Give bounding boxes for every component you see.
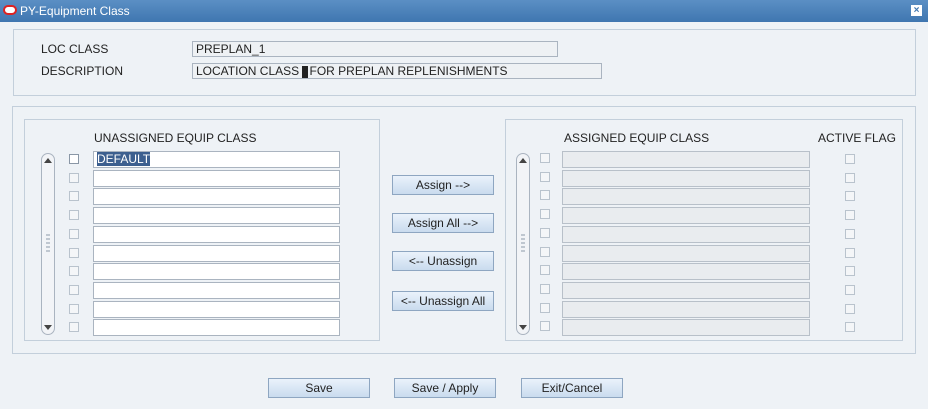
- unassign-button[interactable]: <-- Unassign: [392, 251, 494, 271]
- assign-button[interactable]: Assign -->: [392, 175, 494, 195]
- active-flag-checkbox[interactable]: [845, 229, 855, 239]
- description-field[interactable]: LOCATION CLASS FOR PREPLAN REPLENISHMENT…: [192, 63, 602, 79]
- unassigned-row-checkbox[interactable]: [69, 154, 79, 164]
- assigned-scrollbar[interactable]: [516, 153, 530, 335]
- unassigned-heading: UNASSIGNED EQUIP CLASS: [94, 131, 257, 145]
- window-title: PY-Equipment Class: [20, 4, 130, 18]
- assigned-row-checkbox[interactable]: [540, 247, 550, 257]
- unassigned-row-field[interactable]: [93, 188, 340, 205]
- unassigned-row-checkbox[interactable]: [69, 285, 79, 295]
- scroll-down-icon[interactable]: [519, 325, 527, 330]
- assigned-row-checkbox[interactable]: [540, 265, 550, 275]
- assigned-row-checkbox[interactable]: [540, 321, 550, 331]
- scroll-grip-icon[interactable]: [521, 234, 525, 254]
- save-apply-button[interactable]: Save / Apply: [394, 378, 496, 398]
- assign-all-button[interactable]: Assign All -->: [392, 213, 494, 233]
- assigned-row-checkbox[interactable]: [540, 172, 550, 182]
- text-cursor: [302, 65, 309, 78]
- active-flag-checkbox[interactable]: [845, 173, 855, 183]
- unassign-all-button[interactable]: <-- Unassign All: [392, 291, 494, 311]
- unassigned-row-checkbox[interactable]: [69, 304, 79, 314]
- assigned-row-field[interactable]: [562, 263, 810, 280]
- unassigned-row-checkbox[interactable]: [69, 191, 79, 201]
- assigned-row-checkbox[interactable]: [540, 190, 550, 200]
- scroll-grip-icon[interactable]: [46, 234, 50, 254]
- assigned-row-field[interactable]: [562, 170, 810, 187]
- unassigned-scrollbar[interactable]: [41, 153, 55, 335]
- assigned-row-checkbox[interactable]: [540, 284, 550, 294]
- unassigned-row-checkbox[interactable]: [69, 173, 79, 183]
- assigned-row-checkbox[interactable]: [540, 209, 550, 219]
- header-panel: LOC CLASS PREPLAN_1 DESCRIPTION LOCATION…: [13, 29, 916, 96]
- description-text-end: FOR PREPLAN REPLENISHMENTS: [309, 64, 508, 78]
- assigned-row-field[interactable]: [562, 188, 810, 205]
- active-flag-checkbox[interactable]: [845, 154, 855, 164]
- unassigned-row-field[interactable]: [93, 245, 340, 262]
- assigned-row-checkbox[interactable]: [540, 303, 550, 313]
- scroll-down-icon[interactable]: [44, 325, 52, 330]
- active-flag-checkbox[interactable]: [845, 322, 855, 332]
- active-flag-checkbox[interactable]: [845, 191, 855, 201]
- unassigned-row-field[interactable]: [93, 207, 340, 224]
- assigned-heading: ASSIGNED EQUIP CLASS: [564, 131, 710, 145]
- unassigned-row-field[interactable]: [93, 282, 340, 299]
- active-flag-checkbox[interactable]: [845, 266, 855, 276]
- unassigned-row-field[interactable]: DEFAULT: [93, 151, 340, 168]
- active-flag-checkbox[interactable]: [845, 285, 855, 295]
- description-label: DESCRIPTION: [41, 64, 124, 78]
- unassigned-row-field[interactable]: [93, 226, 340, 243]
- assigned-row-field[interactable]: [562, 319, 810, 336]
- assigned-row-field[interactable]: [562, 301, 810, 318]
- assigned-row-field[interactable]: [562, 245, 810, 262]
- loc-class-label: LOC CLASS: [41, 42, 109, 56]
- active-flag-heading: ACTIVE FLAG: [818, 131, 897, 145]
- active-flag-checkbox[interactable]: [845, 210, 855, 220]
- oracle-logo-icon: [3, 5, 17, 15]
- loc-class-field[interactable]: PREPLAN_1: [192, 41, 558, 57]
- exit-cancel-button[interactable]: Exit/Cancel: [521, 378, 623, 398]
- active-flag-checkbox[interactable]: [845, 248, 855, 258]
- assigned-row-field[interactable]: [562, 151, 810, 168]
- save-button[interactable]: Save: [268, 378, 370, 398]
- description-text-start: LOCATION CLASS: [196, 64, 303, 78]
- unassigned-row-field[interactable]: [93, 263, 340, 280]
- assigned-row-field[interactable]: [562, 207, 810, 224]
- title-bar: PY-Equipment Class ×: [0, 0, 928, 22]
- assigned-row-field[interactable]: [562, 282, 810, 299]
- active-flag-checkbox[interactable]: [845, 304, 855, 314]
- unassigned-row-checkbox[interactable]: [69, 229, 79, 239]
- unassigned-row-checkbox[interactable]: [69, 322, 79, 332]
- unassigned-row-checkbox[interactable]: [69, 248, 79, 258]
- scroll-up-icon[interactable]: [44, 158, 52, 163]
- unassigned-row-checkbox[interactable]: [69, 266, 79, 276]
- close-icon[interactable]: ×: [911, 5, 922, 16]
- unassigned-row-checkbox[interactable]: [69, 210, 79, 220]
- scroll-up-icon[interactable]: [519, 158, 527, 163]
- assigned-row-checkbox[interactable]: [540, 228, 550, 238]
- assigned-row-field[interactable]: [562, 226, 810, 243]
- unassigned-row-text: DEFAULT: [97, 152, 151, 166]
- unassigned-row-field[interactable]: [93, 170, 340, 187]
- assigned-row-checkbox[interactable]: [540, 153, 550, 163]
- unassigned-row-field[interactable]: [93, 319, 340, 336]
- unassigned-row-field[interactable]: [93, 301, 340, 318]
